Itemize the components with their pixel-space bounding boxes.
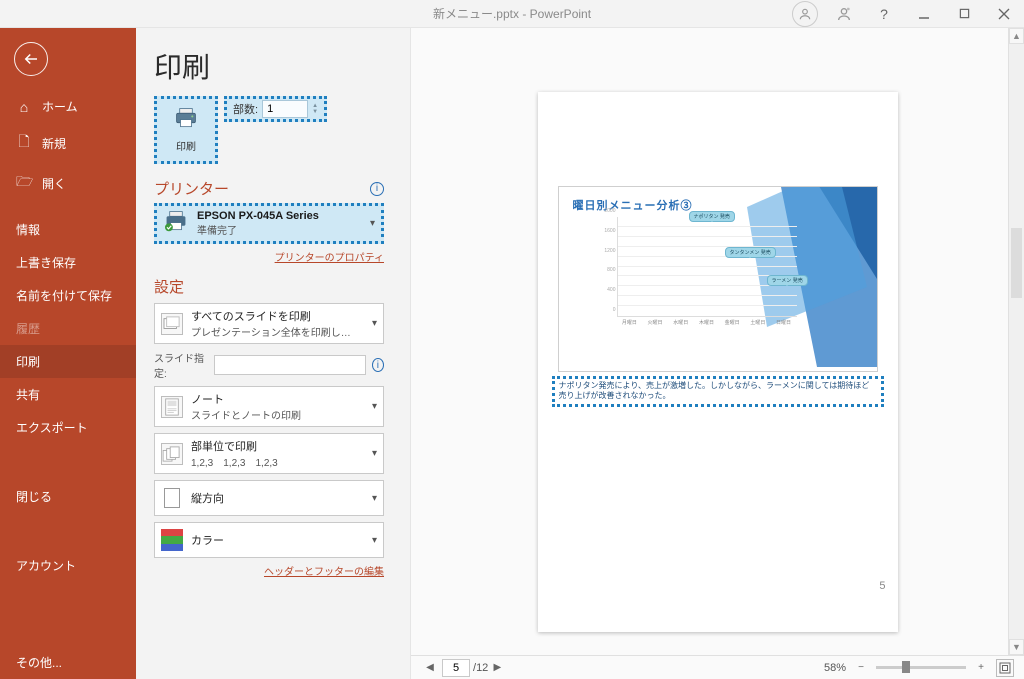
info-icon[interactable]: i <box>370 182 384 196</box>
collate-selector[interactable]: 部単位で印刷 1,2,3 1,2,3 1,2,3 ▾ <box>154 433 384 474</box>
settings-section-title: 設定 <box>154 276 384 297</box>
current-page-input[interactable] <box>442 659 470 677</box>
preview-navigation-bar: ◀ /12 ▶ 58% − + <box>411 655 1024 679</box>
sidebar-label-new: 新規 <box>42 135 66 152</box>
slide-range-input[interactable] <box>214 355 366 375</box>
print-range-selector[interactable]: すべてのスライドを印刷 プレゼンテーション全体を印刷し… ▾ <box>154 303 384 344</box>
page-number: 5 <box>879 580 885 592</box>
file-name: 新メニュー.pptx <box>433 7 519 21</box>
color-selector[interactable]: カラー ▾ <box>154 522 384 558</box>
sidebar-item-history: 履歴 <box>0 312 136 345</box>
sidebar-item-new[interactable]: 🗋 新規 <box>0 123 136 163</box>
print-action-row: 印刷 部数: ▲▼ <box>154 96 384 164</box>
minimize-button[interactable] <box>904 0 944 28</box>
close-button[interactable] <box>984 0 1024 28</box>
callout-tantanmen: タンタンメン 発売 <box>725 247 776 258</box>
copies-box[interactable]: 部数: ▲▼ <box>224 96 327 122</box>
speaker-notes: ナポリタン発売により、売上が激増した。しかしながら、ラーメンに関しては期待ほど売… <box>552 376 884 407</box>
zoom-in-button[interactable]: + <box>972 662 990 673</box>
titlebar-right: ? <box>792 0 1024 28</box>
collate-icon <box>161 443 183 465</box>
zoom-percent: 58% <box>824 662 846 674</box>
copies-label: 部数: <box>233 101 258 117</box>
print-button-label: 印刷 <box>176 138 196 153</box>
printer-name: EPSON PX-045A Series <box>197 210 319 222</box>
slide-title: 曜日別メニュー分析③ <box>573 197 693 213</box>
callout-napolitan: ナポリタン 発売 <box>689 211 735 222</box>
callout-ramen: ラーメン 発売 <box>767 275 808 286</box>
new-icon: 🗋 <box>16 131 32 155</box>
preview-page: 曜日別メニュー分析③ 0 400 800 <box>538 92 898 632</box>
zoom-slider[interactable] <box>876 666 966 669</box>
total-pages: /12 <box>473 662 488 674</box>
header-footer-link[interactable]: ヘッダーとフッターの編集 <box>264 567 384 578</box>
prev-page-button[interactable]: ◀ <box>421 662 439 673</box>
dropdown-caret-icon: ▾ <box>372 401 377 412</box>
printer-selector[interactable]: EPSON PX-045A Series 準備完了 ▾ <box>154 203 384 244</box>
sidebar-item-account[interactable]: アカウント <box>0 549 136 582</box>
copies-spinner[interactable]: ▲▼ <box>312 103 318 115</box>
preview-canvas: 曜日別メニュー分析③ 0 400 800 <box>411 28 1024 655</box>
scroll-down-button[interactable]: ▼ <box>1009 639 1024 655</box>
maximize-button[interactable] <box>944 0 984 28</box>
backstage-sidebar: ⌂ ホーム 🗋 新規 🗁 開く 情報 上書き保存 名前を付けて保存 履歴 印刷 … <box>0 28 136 679</box>
sidebar-item-saveas[interactable]: 名前を付けて保存 <box>0 279 136 312</box>
printer-section-header: プリンター i <box>154 178 384 199</box>
notes-layout-icon <box>161 396 183 418</box>
dropdown-caret-icon: ▾ <box>372 318 377 329</box>
vertical-scrollbar[interactable]: ▲ ▼ <box>1008 28 1024 655</box>
sidebar-item-share[interactable]: 共有 <box>0 378 136 411</box>
info-icon[interactable]: i <box>372 358 384 372</box>
print-settings-panel: 印刷 印刷 部数: ▲▼ プリンター i EPSON PX-045 <box>136 28 410 679</box>
sidebar-item-more[interactable]: その他... <box>0 646 136 679</box>
dropdown-caret-icon: ▾ <box>372 493 377 504</box>
sidebar-label-open: 開く <box>42 175 66 192</box>
open-icon: 🗁 <box>16 171 32 195</box>
dropdown-caret-icon: ▾ <box>372 448 377 459</box>
sidebar-item-close[interactable]: 閉じる <box>0 480 136 513</box>
color-swatch-icon <box>161 529 183 551</box>
orientation-icon <box>161 487 183 509</box>
next-page-button[interactable]: ▶ <box>488 662 506 673</box>
coming-soon-icon[interactable] <box>824 0 864 28</box>
slide-range-row: スライド指定: i <box>154 350 384 380</box>
print-layout-selector[interactable]: ノート スライドとノートの印刷 ▾ <box>154 386 384 427</box>
zoom-out-button[interactable]: − <box>852 662 870 673</box>
printer-icon <box>173 107 199 134</box>
window-title: 新メニュー.pptx - PowerPoint <box>433 5 591 22</box>
orientation-selector[interactable]: 縦方向 ▾ <box>154 480 384 516</box>
sidebar-item-home[interactable]: ⌂ ホーム <box>0 90 136 123</box>
preview-slide: 曜日別メニュー分析③ 0 400 800 <box>558 186 878 372</box>
sidebar-item-export[interactable]: エクスポート <box>0 411 136 444</box>
slide-range-label: スライド指定: <box>154 350 208 380</box>
printer-device-icon <box>163 210 189 237</box>
help-button[interactable]: ? <box>864 0 904 28</box>
sidebar-item-info[interactable]: 情報 <box>0 213 136 246</box>
print-preview-area: 曜日別メニュー分析③ 0 400 800 <box>410 28 1024 679</box>
sidebar-label-home: ホーム <box>42 98 78 115</box>
app-name: PowerPoint <box>530 7 591 21</box>
dropdown-caret-icon: ▾ <box>370 218 375 229</box>
printer-properties-link[interactable]: プリンターのプロパティ <box>275 253 384 264</box>
fit-to-window-button[interactable] <box>996 659 1014 677</box>
sidebar-item-print[interactable]: 印刷 <box>0 345 136 378</box>
back-button[interactable] <box>14 42 48 76</box>
slides-stack-icon <box>161 313 183 335</box>
title-bar: 新メニュー.pptx - PowerPoint ? <box>0 0 1024 28</box>
scroll-thumb[interactable] <box>1011 228 1022 298</box>
printer-section-title: プリンター <box>154 178 229 199</box>
home-icon: ⌂ <box>16 99 32 115</box>
page-title: 印刷 <box>154 46 384 86</box>
bar-chart: 0 400 800 1200 1600 2000 月曜日火曜日水曜日木曜日金曜日… <box>617 217 797 317</box>
print-button[interactable]: 印刷 <box>154 96 218 164</box>
sidebar-item-open[interactable]: 🗁 開く <box>0 163 136 203</box>
dropdown-caret-icon: ▾ <box>372 535 377 546</box>
scroll-up-button[interactable]: ▲ <box>1009 28 1024 44</box>
printer-status: 準備完了 <box>197 222 319 237</box>
sidebar-item-save[interactable]: 上書き保存 <box>0 246 136 279</box>
copies-input[interactable] <box>262 100 308 118</box>
account-icon[interactable] <box>792 1 818 27</box>
